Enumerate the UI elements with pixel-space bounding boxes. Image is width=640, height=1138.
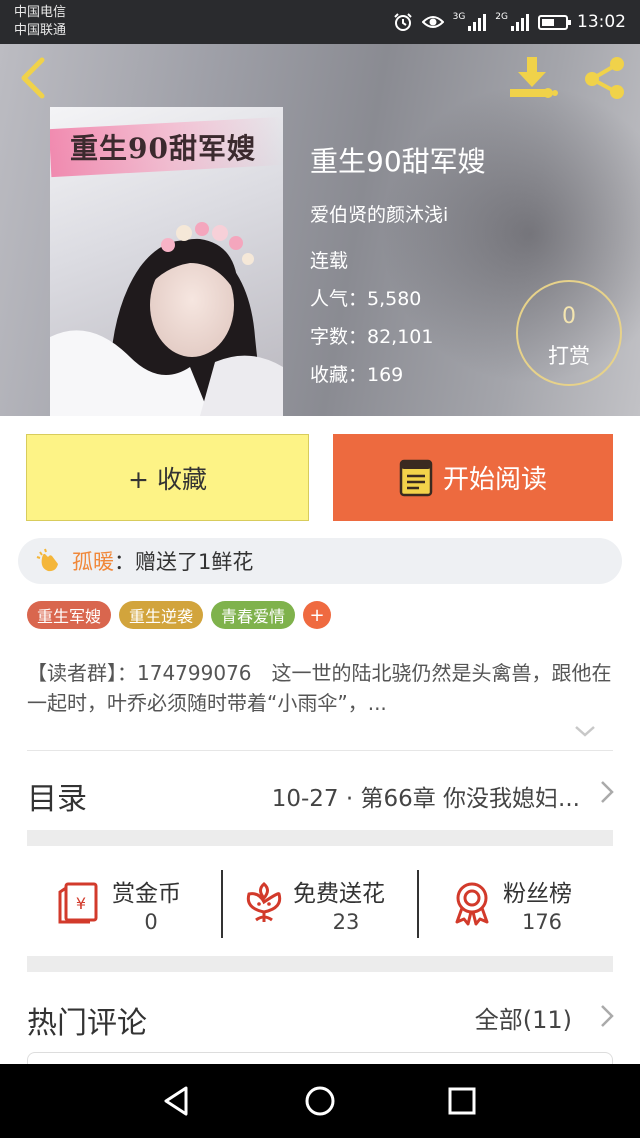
stats-row: ¥ 赏金币 0 免费送花 23 粉丝榜 176 <box>0 848 640 954</box>
chevron-right-icon[interactable] <box>600 1004 614 1028</box>
clap-icon <box>36 548 58 572</box>
red-envelope-icon: ¥ <box>58 882 98 924</box>
gift-banner[interactable]: 孤暖 ：赠送了1鲜花 <box>18 538 622 584</box>
gift-message: ：赠送了1鲜花 <box>114 550 254 574</box>
fan-rank-value: 176 <box>521 910 563 934</box>
book-title: 重生90甜军嫂 <box>310 145 486 178</box>
fan-rank-label: 粉丝榜 <box>503 881 572 907</box>
collect-button[interactable]: + 收藏 <box>26 434 309 521</box>
free-flower-stat[interactable]: 免费送花 23 <box>223 848 417 954</box>
synopsis[interactable]: 【读者群】：174799076 这一世的陆北骁仍然是头禽兽，跟他在一起时，叶乔必… <box>27 658 617 722</box>
signal-3g-icon: 3G <box>453 13 487 31</box>
alarm-icon <box>393 13 412 31</box>
carrier-2: 中国联通 <box>14 23 67 38</box>
section-separator <box>27 956 613 972</box>
clock: 13:02 <box>577 12 626 32</box>
nav-back-icon[interactable] <box>158 1082 196 1120</box>
tag-chip[interactable]: 重生军嫂 <box>27 601 112 629</box>
comment-card[interactable] <box>27 1052 613 1064</box>
cover-portrait-image <box>50 222 283 416</box>
tag-chip[interactable]: 重生逆袭 <box>119 601 204 629</box>
book-status: 连载 <box>310 250 349 272</box>
share-icon[interactable] <box>578 54 632 102</box>
gold-coin-label: 赏金币 <box>112 881 181 907</box>
all-comments-link[interactable]: 全部(11) <box>475 1000 572 1035</box>
hot-comments-header: 热门评论 全部(11) <box>0 986 640 1046</box>
book-icon <box>399 459 433 496</box>
free-flower-value: 23 <box>332 910 360 934</box>
add-tag-button[interactable]: + <box>303 601 332 629</box>
tip-label: 打赏 <box>548 344 590 368</box>
book-detail-main: + 收藏 开始阅读 孤暖 ：赠送了1鲜花 重生军嫂 重生逆袭 青春爱情 + 【读者群】… <box>0 416 640 1064</box>
book-header: 重生90甜军嫂 重生90甜军嫂 爱伯贤的颜沐浅i 连载 人气：5,580 字数：… <box>0 44 640 416</box>
favorites-stat: 收藏：169 <box>310 364 404 386</box>
tip-button[interactable]: 0 打赏 <box>516 280 622 386</box>
cover-title: 重生90甜军嫂 <box>70 132 256 165</box>
table-of-contents-row[interactable]: 目录 10-27 · 第66章 你没我媳妇... <box>0 752 640 832</box>
section-separator <box>27 830 613 846</box>
tag-chip[interactable]: 青春爱情 <box>211 601 296 629</box>
battery-icon <box>538 14 571 30</box>
divider <box>27 750 613 751</box>
download-icon[interactable] <box>506 54 558 102</box>
system-nav-bar <box>0 1064 640 1138</box>
gift-user[interactable]: 孤暖 <box>72 546 114 576</box>
hot-comments-label: 热门评论 <box>27 1006 147 1041</box>
book-cover[interactable]: 重生90甜军嫂 <box>50 107 283 416</box>
word-count-stat: 字数：82,101 <box>310 326 434 348</box>
popularity-stat: 人气：5,580 <box>310 288 422 310</box>
nav-home-icon[interactable] <box>301 1082 339 1120</box>
flower-icon <box>246 882 282 922</box>
eye-icon <box>421 16 444 28</box>
gold-coin-stat[interactable]: ¥ 赏金币 0 <box>0 848 222 954</box>
tag-list: 重生军嫂 重生逆袭 青春爱情 + <box>27 601 332 629</box>
gold-coin-value: 0 <box>144 910 158 934</box>
start-reading-label: 开始阅读 <box>442 465 547 495</box>
back-icon[interactable] <box>14 54 54 102</box>
status-icons: 3G 2G 13:02 <box>393 0 626 44</box>
status-bar: 中国电信 中国联通 3G 2G 13:02 <box>0 0 640 44</box>
award-ribbon-icon <box>455 882 489 926</box>
svg-text:¥: ¥ <box>76 894 86 913</box>
tip-count: 0 <box>562 304 576 329</box>
toc-label: 目录 <box>27 782 87 817</box>
chevron-down-icon[interactable] <box>572 722 598 740</box>
signal-2g-icon: 2G <box>495 13 529 31</box>
book-author[interactable]: 爱伯贤的颜沐浅i <box>310 200 448 227</box>
free-flower-label: 免费送花 <box>293 881 385 907</box>
latest-chapter: 10-27 · 第66章 你没我媳妇... <box>271 786 580 812</box>
carrier-1: 中国电信 <box>14 5 67 20</box>
nav-recents-icon[interactable] <box>443 1082 481 1120</box>
carrier-labels: 中国电信 中国联通 <box>14 4 66 40</box>
chevron-right-icon <box>601 781 614 803</box>
fan-rank-stat[interactable]: 粉丝榜 176 <box>419 848 640 954</box>
start-reading-button[interactable]: 开始阅读 <box>333 434 613 521</box>
